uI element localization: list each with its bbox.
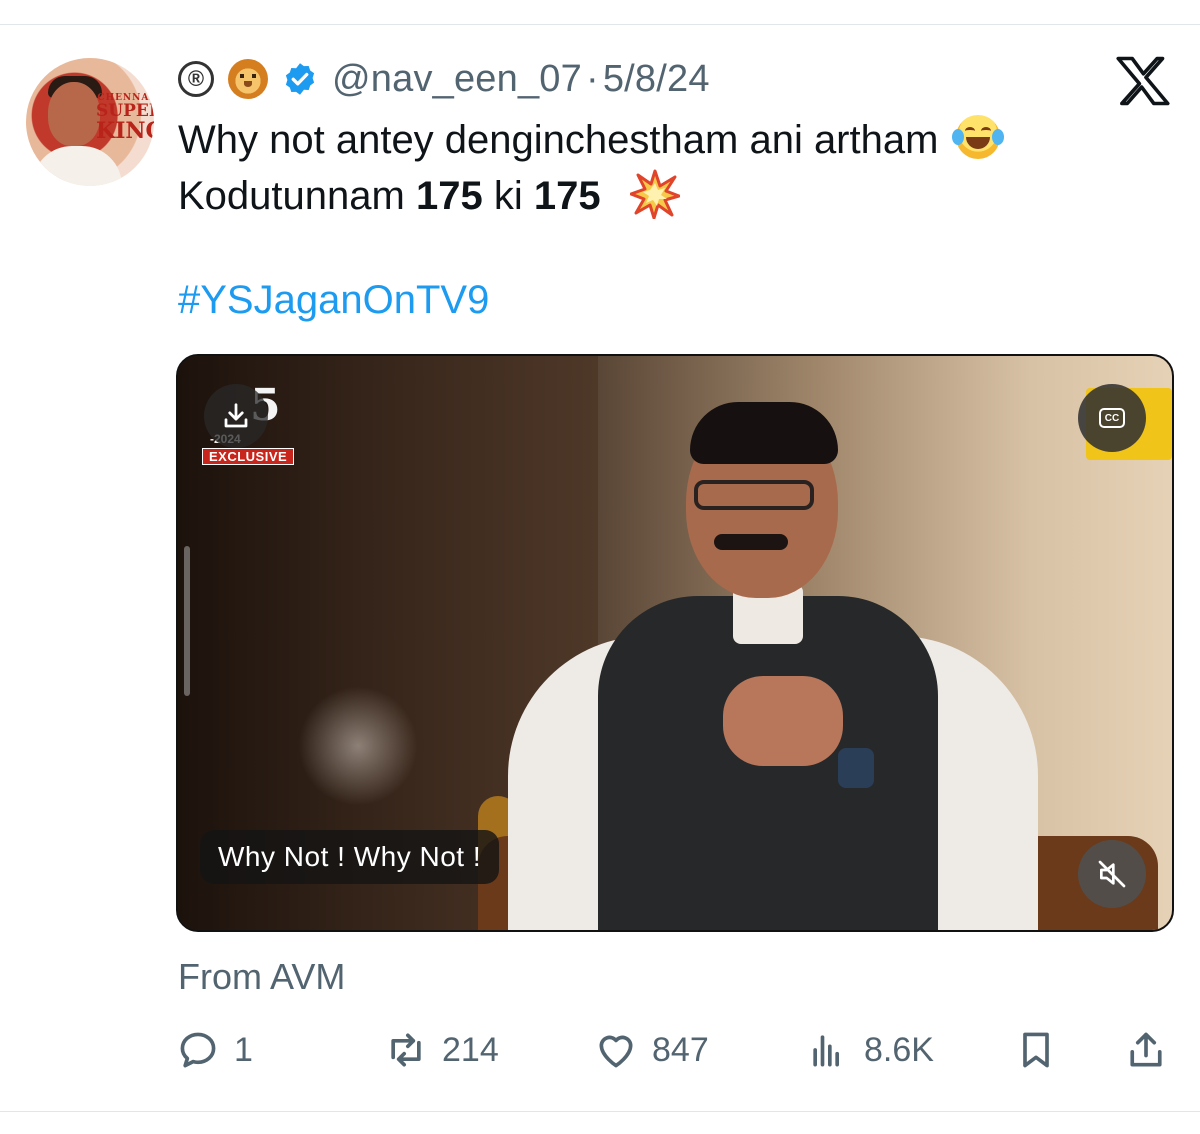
analytics-icon: [813, 1035, 839, 1067]
video-person-hands: [723, 676, 843, 766]
repost-icon: [391, 1033, 421, 1067]
view-count: 8.6K: [864, 1030, 934, 1069]
tweet-text-bold: 175: [415, 174, 483, 218]
bottom-divider: [0, 1111, 1200, 1112]
tweet-text-bold: 175: [533, 174, 601, 218]
tweet-text-line-1: Why not antey denginchestham ani artham: [178, 112, 1004, 168]
author-handle[interactable]: @nav_een_07: [332, 58, 582, 101]
reply-count: 1: [234, 1030, 253, 1069]
video-scrub-handle[interactable]: [184, 546, 190, 696]
bookmark-icon: [1023, 1032, 1049, 1068]
bookmark-button[interactable]: [1014, 1018, 1072, 1082]
repost-button[interactable]: 214: [384, 1018, 499, 1082]
tweet-text-segment: Kodutunnam: [178, 174, 416, 218]
video-person-hair: [690, 402, 838, 464]
tweet-text-segment: ki: [482, 174, 534, 218]
share-button[interactable]: [1124, 1018, 1182, 1082]
mute-button[interactable]: [1078, 840, 1146, 908]
like-count: 847: [652, 1030, 709, 1069]
tweet-header: ® @nav_een_07 · 5/8/24: [178, 58, 710, 100]
avatar-shirt: [32, 146, 122, 186]
top-divider: [0, 24, 1200, 25]
video-player[interactable]: 5 -2024 EXCLUSIVE CC Why Not ! Why Not !: [176, 354, 1174, 932]
like-button[interactable]: 847: [594, 1018, 709, 1082]
heart-icon: [599, 1035, 633, 1068]
video-person-watch: [838, 748, 874, 788]
tweet-text-segment: Why not antey denginchestham ani artham: [178, 118, 939, 162]
share-icon: [1130, 1032, 1162, 1067]
download-button[interactable]: [204, 384, 268, 448]
repost-count: 214: [442, 1030, 499, 1069]
tweet-source: From AVM: [178, 956, 346, 997]
video-lamp: [298, 686, 418, 806]
avatar[interactable]: CHENNAI SUPER KINGS: [26, 58, 154, 186]
exclusive-tag: EXCLUSIVE: [202, 448, 295, 465]
cc-icon: CC: [1099, 408, 1125, 428]
tweet-text-line-2: Kodutunnam 175 ki 175: [178, 168, 1000, 224]
video-caption: Why Not ! Why Not !: [200, 830, 500, 884]
video-person-glasses: [694, 480, 814, 510]
tweet-actions: 1 214 847 8.6K: [176, 1018, 1174, 1082]
reply-icon: [180, 1032, 216, 1068]
registered-icon: ®: [178, 61, 214, 97]
reply-button[interactable]: 1: [176, 1018, 253, 1082]
collision-emoji-icon: [629, 169, 680, 219]
video-person-mustache: [714, 534, 788, 550]
date-separator: ·: [585, 57, 599, 100]
avatar-logo-line3: KINGS: [96, 118, 154, 144]
views-button[interactable]: 8.6K: [806, 1018, 934, 1082]
speaker-muted-icon: [1098, 860, 1126, 888]
avatar-team-logo: CHENNAI SUPER KINGS: [96, 94, 154, 144]
hashtag-link[interactable]: #YSJaganOnTV9: [178, 278, 489, 323]
verified-badge-icon: [285, 63, 315, 95]
lion-face-icon: [228, 59, 268, 99]
tweet-date[interactable]: 5/8/24: [603, 58, 710, 101]
download-icon: [224, 403, 248, 428]
avatar-face: [48, 82, 100, 146]
tears-of-joy-emoji-icon: [951, 115, 1004, 159]
captions-button[interactable]: CC: [1078, 384, 1146, 452]
x-logo-icon[interactable]: [1116, 56, 1170, 106]
tweet-text: Why not antey denginchestham ani artham …: [178, 112, 1004, 224]
